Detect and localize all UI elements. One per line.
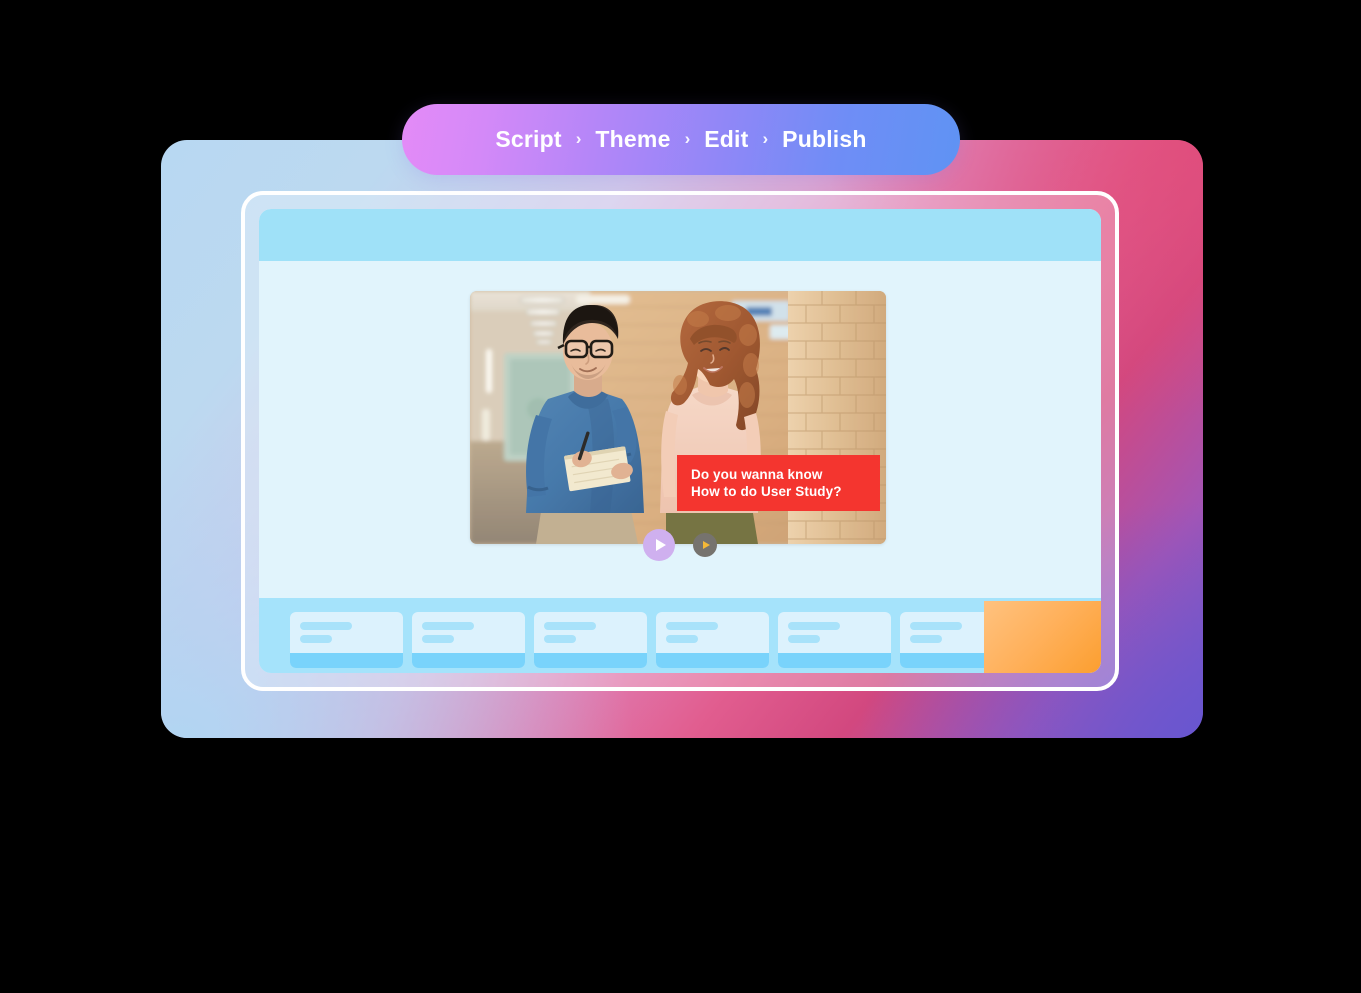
timeline-card-footer: [534, 652, 647, 668]
editor-canvas: Do you wanna know How to do User Study?: [259, 261, 1101, 598]
play-icon: [655, 539, 666, 551]
breadcrumb-step-theme[interactable]: Theme: [595, 126, 670, 153]
placeholder-bar-small: [422, 634, 454, 643]
timeline-card[interactable]: [534, 611, 647, 668]
timeline-card-footer: [778, 652, 891, 668]
placeholder-bar-large: [788, 621, 840, 630]
placeholder-bar-large: [666, 621, 718, 630]
placeholder-bar-small: [666, 634, 698, 643]
breadcrumb: Script › Theme › Edit › Publish: [402, 104, 960, 175]
timeline-card-footer: [412, 652, 525, 668]
placeholder-bar-small: [788, 634, 820, 643]
playback-controls: [259, 529, 1101, 561]
screenshot-stage: Do you wanna know How to do User Study?: [0, 0, 1361, 993]
editor-header-bar: [259, 209, 1101, 261]
timeline-card[interactable]: [290, 611, 403, 668]
breadcrumb-step-publish[interactable]: Publish: [782, 126, 866, 153]
play-icon: [702, 541, 710, 549]
editor-window: Do you wanna know How to do User Study?: [241, 191, 1119, 691]
breadcrumb-step-edit[interactable]: Edit: [704, 126, 748, 153]
breadcrumb-step-script[interactable]: Script: [495, 126, 561, 153]
timeline-card-footer: [290, 652, 403, 668]
orange-overlay-panel[interactable]: [984, 601, 1101, 673]
timeline-card[interactable]: [656, 611, 769, 668]
play-button-secondary[interactable]: [693, 533, 717, 557]
play-button-primary[interactable]: [643, 529, 675, 561]
caption-line-2: How to do User Study?: [691, 484, 842, 499]
caption-line-1: Do you wanna know: [691, 467, 823, 482]
timeline-card[interactable]: [412, 611, 525, 668]
placeholder-bar-large: [300, 621, 352, 630]
placeholder-bar-small: [300, 634, 332, 643]
timeline-strip[interactable]: [259, 598, 1101, 673]
placeholder-bar-large: [910, 621, 962, 630]
placeholder-bar-small: [910, 634, 942, 643]
timeline-card-footer: [656, 652, 769, 668]
chevron-right-icon: ›: [684, 129, 691, 148]
editor-surface: Do you wanna know How to do User Study?: [259, 209, 1101, 673]
timeline-card[interactable]: [778, 611, 891, 668]
placeholder-bar-small: [544, 634, 576, 643]
placeholder-bar-large: [544, 621, 596, 630]
chevron-right-icon: ›: [762, 129, 769, 148]
placeholder-bar-large: [422, 621, 474, 630]
chevron-right-icon: ›: [575, 129, 582, 148]
slide-preview[interactable]: Do you wanna know How to do User Study?: [470, 291, 886, 544]
slide-caption-overlay[interactable]: Do you wanna know How to do User Study?: [677, 455, 880, 511]
